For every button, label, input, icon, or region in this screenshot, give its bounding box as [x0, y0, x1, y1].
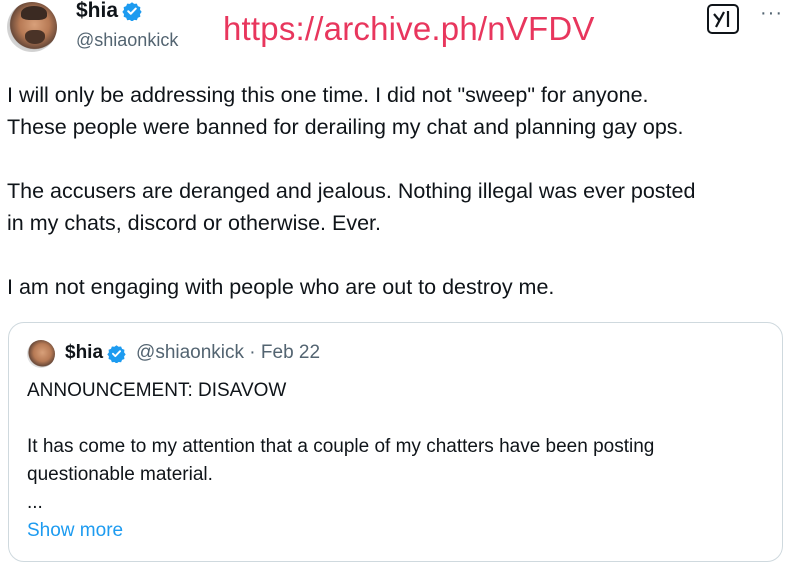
quoted-author-name: $hia	[65, 342, 104, 363]
quoted-post-body: ANNOUNCEMENT: DISAVOW It has come to my …	[27, 377, 767, 545]
author-name-row[interactable]: $hia	[76, 0, 142, 23]
quoted-post-header: $hia @shiaonkick · Feb 22	[65, 342, 320, 364]
post-line: I will only be addressing this one time.…	[7, 83, 649, 107]
archive-link-overlay: https://archive.ph/nVFDV	[223, 10, 595, 47]
avatar-hair	[21, 6, 47, 20]
quoted-line: It has come to my attention that a coupl…	[27, 436, 655, 457]
post-line: These people were banned for derailing m…	[7, 115, 684, 139]
author-display-name[interactable]: $hia	[76, 0, 118, 23]
show-more-link[interactable]: Show more	[27, 517, 767, 545]
verified-badge-icon	[107, 344, 126, 363]
author-handle[interactable]: @shiaonkick	[76, 30, 178, 51]
post-line: in my chats, discord or otherwise. Ever.	[7, 211, 382, 235]
more-options-icon[interactable]: ···	[760, 2, 783, 25]
quoted-ellipsis: ...	[27, 492, 43, 513]
grok-icon[interactable]	[707, 4, 739, 34]
post-line: I am not engaging with people who are ou…	[7, 275, 555, 299]
post-body: I will only be addressing this one time.…	[7, 79, 792, 303]
verified-badge-icon	[122, 2, 142, 21]
avatar-beard	[25, 30, 45, 44]
quoted-line: questionable material.	[27, 464, 213, 485]
quoted-post[interactable]: $hia @shiaonkick · Feb 22 ANNOUNCEMENT: …	[8, 322, 783, 562]
quoted-title: ANNOUNCEMENT: DISAVOW	[27, 380, 287, 401]
grok-glyph-icon	[713, 11, 730, 28]
author-avatar[interactable]	[7, 2, 57, 52]
quoted-post-meta: @shiaonkick · Feb 22	[136, 342, 321, 363]
post-line: The accusers are deranged and jealous. N…	[7, 179, 696, 203]
quoted-author-avatar	[27, 340, 55, 368]
